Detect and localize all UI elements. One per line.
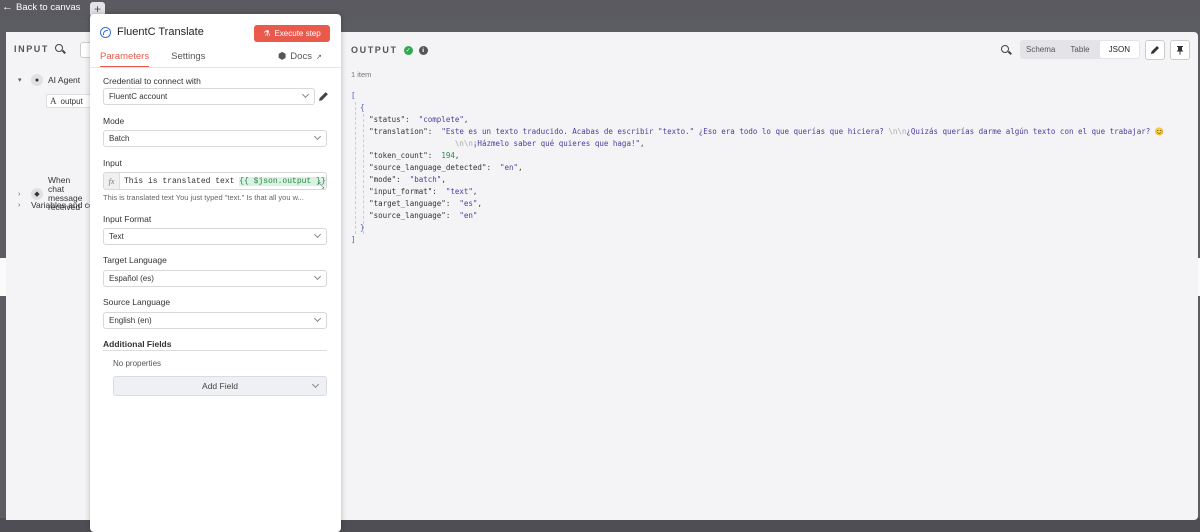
- json-array-open: [: [351, 91, 356, 100]
- json-line-status: "status": "complete",: [369, 115, 469, 124]
- robot-icon: ●: [31, 74, 43, 86]
- json-object-open: {: [351, 103, 365, 112]
- pin-icon: [1176, 46, 1184, 55]
- additional-fields-title: Additional Fields: [103, 339, 172, 349]
- json-line-token-count: "token_count": 194,: [369, 151, 460, 160]
- view-switcher: Schema Table JSON: [1020, 40, 1140, 59]
- source-language-select[interactable]: English (en): [103, 312, 327, 329]
- input-label: Input: [103, 158, 122, 168]
- credential-value: FluentC account: [109, 92, 168, 101]
- mode-label: Mode: [103, 116, 125, 126]
- chevron-down-icon: [311, 380, 320, 389]
- expand-icon[interactable]: ⤡: [318, 181, 324, 191]
- source-language-value: English (en): [109, 316, 152, 325]
- cube-icon: ⬢: [278, 51, 287, 62]
- json-line-translation: "translation": "Este es un texto traduci…: [369, 127, 1165, 136]
- json-line-source-language: "source_language": "en": [369, 211, 478, 220]
- string-type-icon: A: [50, 96, 57, 106]
- mode-select[interactable]: Batch: [103, 130, 327, 147]
- json-output: [ { "status": "complete", "translation":…: [351, 90, 1164, 246]
- json-line-input-format: "input_format": "text",: [369, 187, 478, 196]
- chat-icon: ◆: [31, 188, 43, 200]
- back-to-canvas-label: Back to canvas: [16, 2, 81, 13]
- expression-text: This is translated text {{ $json.output …: [124, 176, 326, 186]
- source-language-label: Source Language: [103, 297, 171, 307]
- edit-credential-icon[interactable]: [318, 91, 329, 102]
- json-line-mode: "mode": "batch",: [369, 175, 446, 184]
- divider: [103, 350, 327, 351]
- input-header: INPUT: [14, 44, 65, 54]
- tab-parameters[interactable]: Parameters: [100, 51, 150, 68]
- input-expression-field[interactable]: fx This is translated text {{ $json.outp…: [103, 172, 327, 190]
- view-json-tab[interactable]: JSON: [1099, 41, 1139, 58]
- json-line-translation-cont: \n\n¡Házmelo saber qué quieres que haga!…: [454, 139, 645, 148]
- search-icon[interactable]: [1001, 45, 1011, 55]
- input-format-value: Text: [109, 232, 124, 241]
- back-to-canvas-link[interactable]: ← Back to canvas: [2, 1, 81, 14]
- target-language-select[interactable]: Español (es): [103, 270, 327, 287]
- fx-icon: fx: [104, 173, 120, 189]
- node-title[interactable]: FluentC Translate: [117, 26, 204, 38]
- check-circle-icon: ✓: [403, 45, 413, 55]
- field-label: output: [60, 96, 83, 106]
- chevron-down-icon: [313, 272, 322, 281]
- execute-step-button[interactable]: ⚗ Execute step: [254, 25, 330, 42]
- output-header: OUTPUT ✓ i: [351, 45, 428, 55]
- target-language-label: Target Language: [103, 255, 167, 265]
- parameters-panel: FluentC Translate ⚗ Execute step Paramet…: [90, 14, 341, 532]
- json-object-close: }: [351, 223, 365, 232]
- info-icon[interactable]: i: [418, 45, 428, 55]
- credential-label: Credential to connect with: [103, 76, 201, 86]
- input-title: INPUT: [14, 44, 49, 54]
- docs-link[interactable]: ⬢ Docs ↗: [278, 51, 322, 62]
- execute-step-label: Execute step: [274, 29, 321, 38]
- fluentc-logo-icon: [100, 26, 111, 38]
- output-title: OUTPUT: [351, 45, 398, 55]
- edit-output-button[interactable]: [1145, 40, 1165, 60]
- tab-settings[interactable]: Settings: [171, 51, 205, 68]
- view-table-tab[interactable]: Table: [1060, 41, 1099, 58]
- external-link-icon: ↗: [315, 53, 322, 61]
- chevron-down-icon: [301, 90, 310, 99]
- add-field-button[interactable]: Add Field: [113, 376, 327, 396]
- target-language-value: Español (es): [109, 274, 154, 283]
- field-output[interactable]: A output: [46, 94, 96, 108]
- input-format-select[interactable]: Text: [103, 228, 327, 245]
- mode-value: Batch: [109, 134, 130, 143]
- json-line-target-language: "target_language": "es",: [369, 199, 482, 208]
- arrow-left-icon: ←: [2, 1, 13, 13]
- pin-output-button[interactable]: [1170, 40, 1190, 60]
- search-icon[interactable]: [55, 44, 65, 54]
- json-array-close: ]: [351, 235, 356, 244]
- tab-divider: [90, 67, 341, 68]
- chevron-down-icon: ▾: [18, 77, 22, 84]
- input-pane: INPUT ▾ ● AI Agent A output › ◆ When cha…: [6, 32, 112, 520]
- chevron-right-icon: ›: [18, 201, 21, 209]
- chevron-down-icon: [313, 230, 322, 239]
- view-schema-tab[interactable]: Schema: [1021, 41, 1060, 58]
- docs-label: Docs: [290, 51, 312, 62]
- items-count: 1 item: [351, 70, 372, 79]
- chevron-right-icon: ›: [18, 190, 21, 198]
- input-format-label: Input Format: [103, 214, 152, 224]
- json-line-source-detected: "source_language_detected": "en",: [369, 163, 523, 172]
- add-field-label: Add Field: [202, 381, 238, 391]
- tree-item-label: AI Agent: [48, 75, 81, 85]
- chevron-down-icon: [313, 132, 322, 141]
- node-header: FluentC Translate: [100, 26, 204, 38]
- param-tabs: Parameters Settings: [100, 51, 205, 68]
- flask-icon: ⚗: [263, 29, 271, 38]
- no-properties-text: No properties: [113, 359, 162, 368]
- credential-select[interactable]: FluentC account: [103, 88, 315, 105]
- chevron-down-icon: [313, 314, 322, 323]
- expression-preview: This is translated text You just typed "…: [103, 193, 304, 202]
- tree-item-ai-agent[interactable]: ▾ ● AI Agent: [18, 74, 80, 86]
- pencil-icon: [1151, 46, 1159, 54]
